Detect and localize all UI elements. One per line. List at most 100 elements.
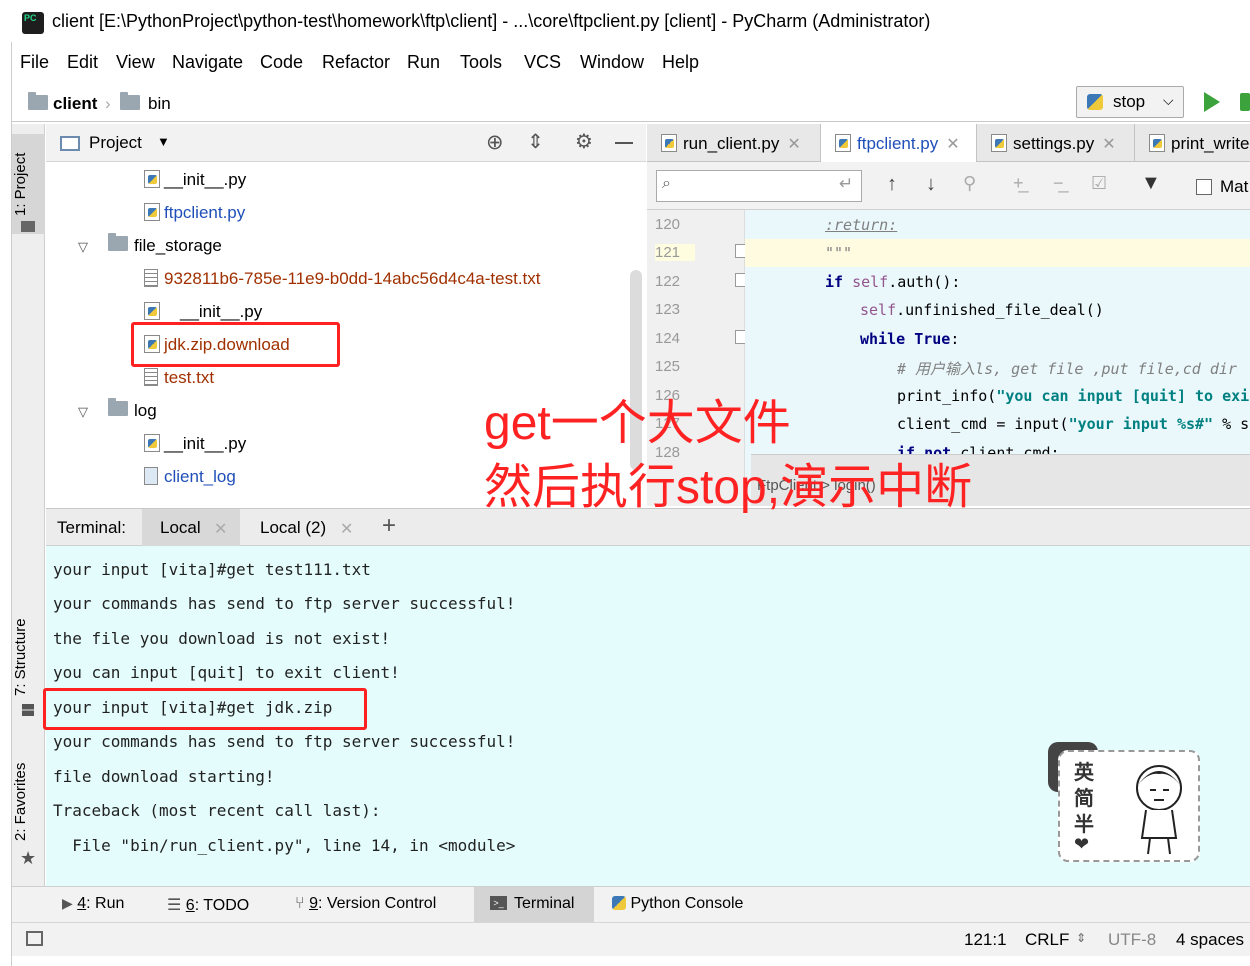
close-icon[interactable]: ✕ (1102, 136, 1115, 153)
tab-local[interactable]: Local ✕ (142, 509, 240, 546)
menu-run[interactable]: Run (407, 52, 440, 73)
menu-navigate[interactable]: Navigate (172, 52, 243, 73)
debug-icon[interactable] (1240, 93, 1250, 111)
search-input[interactable]: ⌕ ↵ (656, 170, 862, 202)
tree-item[interactable]: __init__.py (144, 170, 246, 200)
navigation-bar: client › bin (12, 86, 1250, 122)
annotation-line-2: 然后执行stop,演示中断 (484, 461, 973, 514)
collapse-all-icon[interactable]: ⇕ (527, 129, 544, 154)
match-case-checkbox[interactable] (1196, 179, 1212, 195)
tool-tab-terminal[interactable]: >_ Terminal (474, 887, 594, 922)
tree-item-label: client_log (164, 467, 236, 486)
find-all-icon[interactable]: ⚲ (963, 173, 976, 194)
line-separator[interactable]: CRLF (1025, 930, 1069, 950)
chevron-down-icon[interactable]: ▼ (157, 134, 170, 149)
tree-item[interactable]: ftpclient.py (144, 203, 245, 233)
file-encoding[interactable]: UTF-8 (1108, 930, 1156, 950)
tab-run-client[interactable]: run_client.py ✕ (647, 124, 821, 162)
close-icon[interactable]: ✕ (787, 136, 800, 153)
project-tool-tab[interactable]: 1: Project (12, 134, 45, 234)
breadcrumb-bin[interactable]: bin (148, 94, 171, 114)
filter-icon[interactable]: ▼ (1141, 172, 1161, 195)
locate-icon[interactable]: ⊕ (486, 130, 504, 155)
run-configuration-label: stop (1113, 92, 1146, 111)
structure-tool-tab[interactable]: 7: Structure (12, 612, 45, 702)
caret-line-highlight (745, 239, 1250, 267)
tool-tab-label: Terminal (514, 895, 575, 912)
tab-label: run_client.py (683, 134, 780, 153)
python-file-icon (144, 434, 160, 452)
structure-icon (22, 704, 34, 716)
menu-window[interactable]: Window (580, 52, 644, 73)
tool-tab-python-console[interactable]: Python Console (612, 895, 743, 913)
favorites-tool-tab[interactable]: 2: Favorites (12, 754, 45, 849)
menu-view[interactable]: View (116, 52, 155, 73)
tool-windows-toggle-icon[interactable] (26, 931, 43, 946)
close-icon[interactable]: ✕ (946, 136, 959, 153)
caret-position[interactable]: 121:1 (964, 930, 1007, 950)
arrow-down-icon[interactable]: ↓ (926, 173, 936, 196)
chevron-down-icon: ⌵ (1163, 92, 1174, 108)
tree-folder[interactable]: ▽ log (78, 398, 157, 431)
tree-item-label: ftpclient.py (164, 203, 246, 222)
project-view-label[interactable]: Project (89, 133, 142, 153)
arrow-up-icon[interactable]: ↑ (887, 173, 897, 196)
match-case-label: Mat (1220, 177, 1249, 196)
terminal-line: your commands has send to ftp server suc… (53, 594, 516, 613)
minimize-icon[interactable] (615, 142, 633, 144)
tool-tab-run[interactable]: ▶ 4: Run (62, 895, 124, 913)
tree-item[interactable]: test.txt (144, 368, 214, 398)
tab-print-write[interactable]: print_write (1135, 124, 1250, 162)
python-file-icon (144, 203, 160, 221)
run-icon[interactable] (1204, 92, 1220, 112)
breadcrumb-separator-icon: › (105, 94, 111, 113)
run-configuration-select[interactable]: stop ⌵ (1076, 86, 1184, 118)
menu-code[interactable]: Code (260, 52, 303, 73)
code-line: client_cmd = input("your input %s#" % se (897, 415, 1250, 433)
terminal-title: Terminal: (57, 518, 126, 537)
remove-occurrence-icon[interactable]: −̲ (1053, 173, 1064, 194)
menu-tools[interactable]: Tools (460, 52, 502, 73)
select-all-occurrences-icon[interactable]: ☑ (1091, 173, 1107, 194)
status-bar: 121:1 CRLF ⇕ UTF-8 4 spaces (12, 922, 1250, 956)
terminal-line: your commands has send to ftp server suc… (53, 732, 516, 751)
tree-item[interactable]: __init__.py (144, 434, 246, 464)
tool-tab-todo[interactable]: ☰ 6: TODO (167, 895, 249, 915)
tree-item[interactable]: client_log (144, 467, 236, 497)
close-icon[interactable]: ✕ (214, 519, 227, 539)
code-line: while True: (860, 330, 960, 348)
star-icon: ★ (20, 848, 37, 868)
chevron-down-icon: ▽ (78, 404, 88, 419)
indent-setting[interactable]: 4 spaces (1176, 930, 1244, 950)
menu-vcs[interactable]: VCS (524, 52, 561, 73)
sticker-text: 简 (1074, 788, 1094, 810)
tab-ftpclient[interactable]: ftpclient.py ✕ (821, 124, 977, 162)
breadcrumb-client[interactable]: client (53, 94, 97, 114)
close-icon[interactable]: ✕ (340, 519, 353, 539)
terminal-line: File "bin/run_client.py", line 14, in <m… (53, 836, 516, 855)
annotation-line-1: get一个大文件 (484, 397, 791, 450)
menu-help[interactable]: Help (662, 52, 699, 73)
tab-settings[interactable]: settings.py ✕ (977, 124, 1135, 162)
code-line: self.unfinished_file_deal() (860, 301, 1104, 319)
add-terminal-icon[interactable]: + (382, 512, 396, 540)
python-file-icon (144, 302, 160, 320)
sticker-text: 英 (1074, 762, 1094, 784)
tab-local-2[interactable]: Local (2) ✕ (246, 509, 366, 546)
code-line: """ (825, 244, 853, 262)
add-occurrence-icon[interactable]: +̲ (1013, 173, 1024, 194)
menu-edit[interactable]: Edit (67, 52, 98, 73)
terminal-line: your input [vita]#get test111.txt (53, 560, 371, 579)
line-number: 125 (655, 358, 681, 375)
gear-icon[interactable]: ⚙ (575, 129, 593, 154)
line-number: 122 (655, 273, 681, 290)
tool-window-bar: ▶ 4: Run ☰ 6: TODO ⑂ 9: Version Control … (12, 886, 1250, 922)
tree-item-label: log (134, 401, 157, 420)
menu-file[interactable]: File (20, 52, 49, 73)
title-bar: PC client [E:\PythonProject\python-test\… (0, 0, 1250, 42)
tree-folder[interactable]: ▽ file_storage (78, 233, 222, 266)
left-tool-strip: 1: Project 7: Structure 2: Favorites ★ (12, 124, 45, 886)
tool-tab-version-control[interactable]: ⑂ 9: Version Control (295, 895, 436, 913)
menu-refactor[interactable]: Refactor (322, 52, 390, 73)
tree-item[interactable]: 932811b6-785e-11e9-b0dd-14abc56d4c4a-tes… (144, 269, 541, 299)
